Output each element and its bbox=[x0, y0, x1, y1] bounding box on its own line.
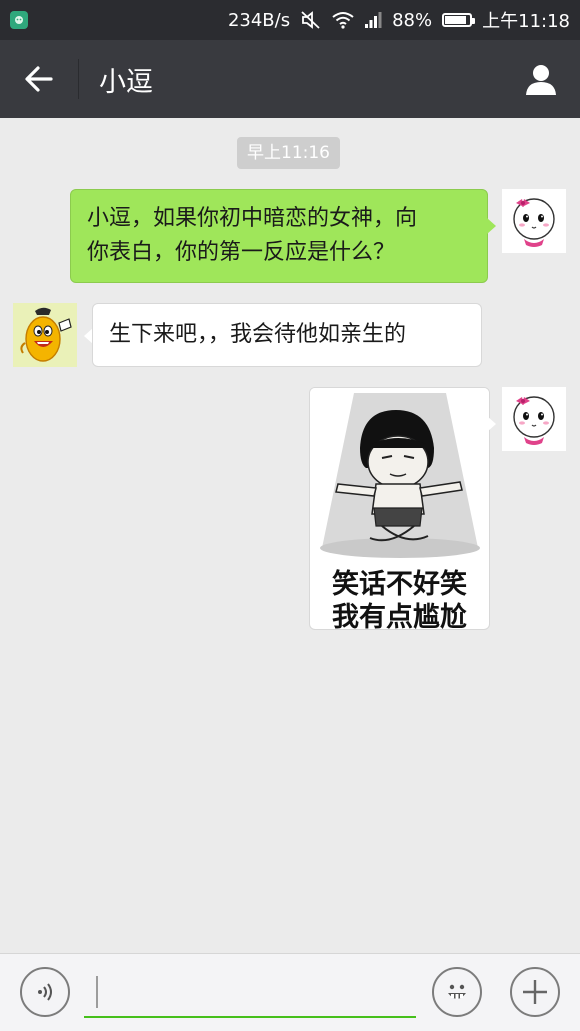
my-avatar[interactable] bbox=[502, 387, 566, 451]
message-list[interactable]: 早上11:16 小逗，如果你初中暗恋的女神，向 你表白，你的第一反应是什么？ 生… bbox=[0, 118, 580, 953]
message-text: 生下来吧，，我会待他如亲生的 bbox=[109, 322, 407, 347]
arrow-left-icon bbox=[25, 66, 53, 92]
message-timestamp: 早上11:16 bbox=[237, 137, 340, 169]
girl-avatar-icon bbox=[502, 387, 566, 451]
my-avatar[interactable] bbox=[502, 189, 566, 253]
battery-percent: 88% bbox=[392, 9, 433, 31]
title-divider bbox=[78, 59, 79, 99]
wifi-icon bbox=[332, 11, 354, 29]
person-icon bbox=[526, 65, 556, 95]
girl-avatar-icon bbox=[502, 189, 566, 253]
chat-screen: 234B/s 88% 上午11:18 小逗 早上11:16 小逗，如果你初中暗恋… bbox=[0, 0, 580, 1031]
voice-icon bbox=[38, 983, 52, 1001]
incoming-message-bubble[interactable]: 生下来吧，，我会待他如亲生的 bbox=[92, 303, 482, 367]
meme-sticker-image bbox=[310, 388, 489, 563]
more-button[interactable] bbox=[510, 967, 560, 1017]
input-bar bbox=[0, 953, 580, 1031]
mute-icon bbox=[300, 10, 322, 30]
clock: 上午11:18 bbox=[482, 11, 570, 32]
message-text-line: 小逗，如果你初中暗恋的女神，向 bbox=[87, 206, 418, 231]
mango-mascot-icon bbox=[13, 303, 77, 367]
voice-button[interactable] bbox=[20, 967, 70, 1017]
bubble-tail bbox=[487, 416, 496, 432]
outgoing-message-bubble[interactable]: 小逗，如果你初中暗恋的女神，向 你表白，你的第一反应是什么？ bbox=[70, 189, 488, 283]
sticker-message[interactable]: 笑话不好笑 我有点尴尬 bbox=[309, 387, 490, 630]
profile-button[interactable] bbox=[502, 40, 580, 118]
plus-icon bbox=[523, 980, 547, 1004]
chat-title: 小逗 bbox=[99, 66, 153, 98]
xiaodou-avatar[interactable] bbox=[13, 303, 77, 367]
message-input[interactable] bbox=[84, 966, 416, 1018]
emoji-button[interactable] bbox=[432, 967, 482, 1017]
message-text-line: 你表白，你的第一反应是什么？ bbox=[87, 240, 396, 265]
text-caret bbox=[96, 976, 98, 1008]
network-speed: 234B/s bbox=[227, 9, 291, 31]
emoji-icon bbox=[448, 984, 466, 999]
title-bar: 小逗 bbox=[0, 40, 580, 118]
battery-level bbox=[445, 16, 467, 24]
status-bar: 234B/s 88% 上午11:18 bbox=[0, 0, 580, 40]
bubble-tail bbox=[487, 218, 496, 234]
battery-icon bbox=[442, 13, 476, 27]
app-notification-icon bbox=[10, 11, 28, 29]
back-button[interactable] bbox=[0, 40, 78, 118]
signal-icon bbox=[364, 11, 382, 29]
sticker-caption-line: 我有点尴尬 bbox=[332, 602, 467, 630]
